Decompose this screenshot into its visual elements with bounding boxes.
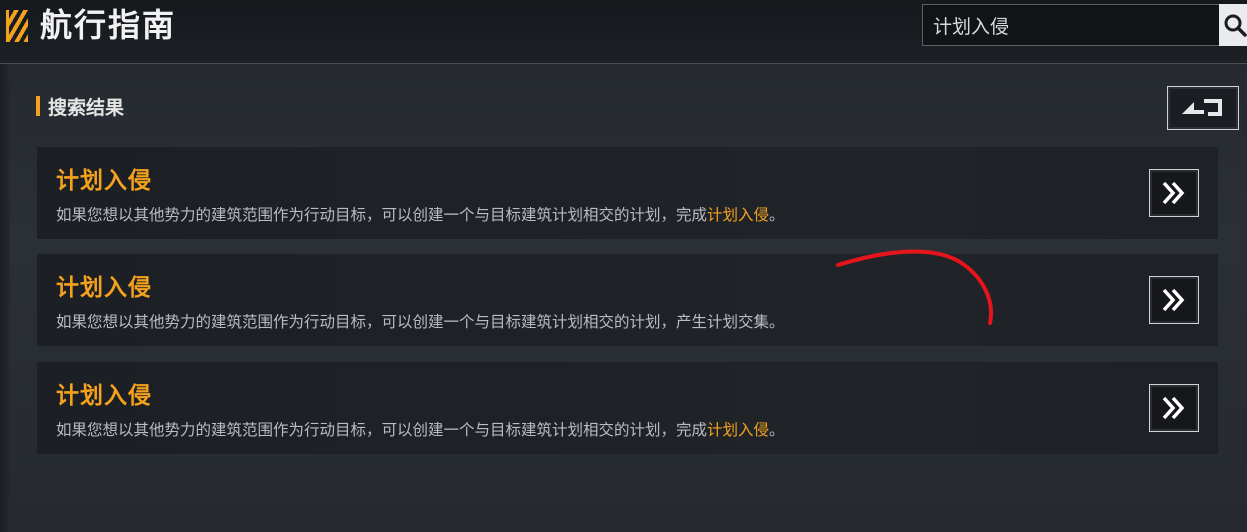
result-title: 计划入侵 — [56, 168, 152, 194]
result-title: 计划入侵 — [56, 383, 152, 409]
double-chevron-right-icon — [1162, 181, 1185, 205]
left-edge-decoration — [0, 64, 10, 532]
striped-logo-icon — [6, 10, 28, 42]
result-desc-text: 如果您想以其他势力的建筑范围作为行动目标，可以创建一个与目标建筑计划相交的计划，… — [56, 206, 708, 224]
section-title-text: 搜索结果 — [48, 96, 125, 119]
search-icon — [1224, 14, 1247, 37]
search-input[interactable] — [923, 5, 1221, 45]
go-button[interactable] — [1149, 384, 1199, 432]
result-desc-suffix: 。 — [769, 421, 785, 439]
result-title: 计划入侵 — [56, 275, 152, 301]
result-desc-highlight[interactable]: 计划入侵 — [707, 206, 769, 224]
result-card-3[interactable]: 计划入侵 如果您想以其他势力的建筑范围作为行动目标，可以创建一个与目标建筑计划相… — [37, 362, 1218, 454]
result-description: 如果您想以其他势力的建筑范围作为行动目标，可以创建一个与目标建筑计划相交的计划，… — [56, 418, 785, 440]
result-description: 如果您想以其他势力的建筑范围作为行动目标，可以创建一个与目标建筑计划相交的计划，… — [56, 203, 785, 225]
back-arrow-icon — [1182, 99, 1222, 116]
section-title: 搜索结果 — [36, 94, 125, 119]
result-description: 如果您想以其他势力的建筑范围作为行动目标，可以创建一个与目标建筑计划相交的计划，… — [56, 310, 785, 332]
double-chevron-right-icon — [1162, 288, 1185, 312]
go-button[interactable] — [1149, 276, 1199, 324]
back-button[interactable] — [1167, 86, 1239, 130]
result-card-2[interactable]: 计划入侵 如果您想以其他势力的建筑范围作为行动目标，可以创建一个与目标建筑计划相… — [37, 254, 1218, 346]
section-accent-bar — [36, 96, 40, 116]
result-desc-text: 如果您想以其他势力的建筑范围作为行动目标，可以创建一个与目标建筑计划相交的计划，… — [56, 421, 708, 439]
result-card-1[interactable]: 计划入侵 如果您想以其他势力的建筑范围作为行动目标，可以创建一个与目标建筑计划相… — [37, 147, 1218, 239]
search-box[interactable] — [922, 4, 1222, 46]
top-bar: 航行指南 — [0, 0, 1247, 64]
page-title: 航行指南 — [40, 6, 177, 44]
result-desc-text: 如果您想以其他势力的建筑范围作为行动目标，可以创建一个与目标建筑计划相交的计划，… — [56, 313, 785, 331]
double-chevron-right-icon — [1162, 396, 1185, 420]
result-desc-highlight[interactable]: 计划入侵 — [707, 421, 769, 439]
go-button[interactable] — [1149, 169, 1199, 217]
search-button[interactable] — [1219, 4, 1247, 46]
result-desc-suffix: 。 — [769, 206, 785, 224]
